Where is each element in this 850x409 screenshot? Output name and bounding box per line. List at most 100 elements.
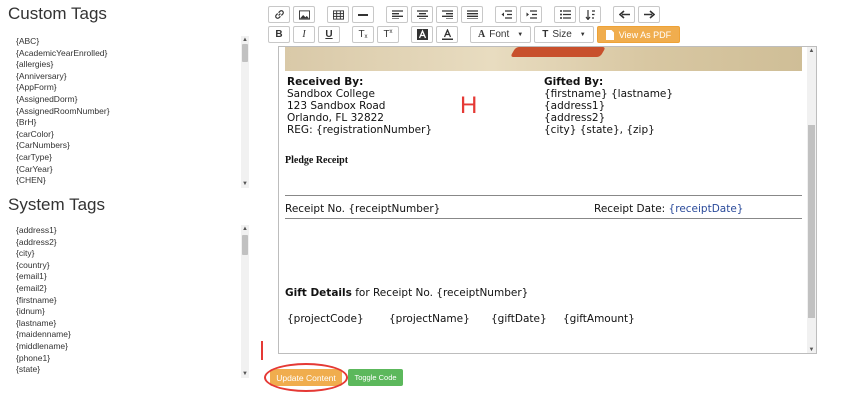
custom-tag-item[interactable]: {AppForm} (12, 82, 250, 94)
size-dropdown-label: Size (552, 29, 572, 40)
system-tags-scrollbar[interactable]: ▲ ▼ (241, 225, 249, 378)
editor-toolbar-row-2: B I U Tx Tx A Font ▼ T Size ▼ View As PD… (268, 26, 681, 43)
insert-link-button[interactable] (268, 6, 290, 23)
field-project-code: {projectCode} (287, 313, 364, 325)
superscript-mark: x (389, 29, 393, 35)
gifted-by-line: {city} {state}, {zip} (544, 124, 655, 136)
custom-tags-list[interactable]: {ABC} {AcademicYearEnrolled} {allergies} {A… (12, 36, 250, 188)
scroll-down-icon[interactable]: ▼ (807, 346, 816, 353)
outdent-icon (501, 10, 512, 19)
scroll-up-icon[interactable]: ▲ (241, 225, 249, 233)
custom-tag-item[interactable]: {CarNumbers} (12, 140, 250, 152)
italic-button[interactable]: I (293, 26, 315, 43)
background-color-icon (416, 29, 428, 40)
rich-text-editor[interactable]: Received By: Sandbox College 123 Sandbox … (278, 46, 817, 354)
size-dropdown[interactable]: T Size ▼ (534, 26, 594, 43)
redo-button[interactable] (638, 6, 660, 23)
minus-icon (358, 13, 368, 17)
arrow-left-icon (618, 10, 630, 19)
system-tag-item[interactable]: {city} (12, 248, 250, 260)
custom-tag-item[interactable]: {BrH} (12, 117, 250, 129)
align-left-button[interactable] (386, 6, 408, 23)
font-dropdown[interactable]: A Font ▼ (470, 26, 532, 43)
caret-down-icon: ▼ (579, 31, 586, 38)
insert-table-button[interactable] (327, 6, 349, 23)
custom-tag-item[interactable]: {AssignedRoomNumber} (12, 106, 250, 118)
text-color-icon (441, 29, 453, 40)
highlight-ring (264, 363, 348, 392)
scroll-down-icon[interactable]: ▼ (241, 180, 249, 188)
receipt-date-label: Receipt Date: (594, 203, 666, 215)
annotation-h-mark: H (460, 92, 478, 119)
custom-tag-item[interactable]: {CarYear} (12, 164, 250, 176)
custom-tag-item[interactable]: {allergies} (12, 59, 250, 71)
system-tag-item[interactable]: {middlename} (12, 341, 250, 353)
receipt-number: Receipt No. {receiptNumber} (285, 203, 441, 215)
system-tag-item[interactable]: {idnum} (12, 306, 250, 318)
sort-icon (585, 9, 596, 20)
system-tag-item[interactable]: {email1} (12, 271, 250, 283)
align-justify-button[interactable] (461, 6, 483, 23)
system-tag-item[interactable]: {maidenname} (12, 329, 250, 341)
custom-tag-item[interactable]: {Anniversary} (12, 71, 250, 83)
divider (285, 353, 802, 354)
custom-tag-item[interactable]: {carType} (12, 152, 250, 164)
custom-tag-item[interactable]: {AcademicYearEnrolled} (12, 48, 250, 60)
received-by-block: Received By: Sandbox College 123 Sandbox … (287, 76, 432, 136)
caret-down-icon: ▼ (517, 31, 524, 38)
insert-image-button[interactable] (293, 6, 315, 23)
align-right-button[interactable] (436, 6, 458, 23)
pledge-receipt-title: Pledge Receipt (285, 155, 349, 166)
toggle-code-button[interactable]: Toggle Code (348, 369, 403, 386)
system-tag-item[interactable]: {address2} (12, 237, 250, 249)
system-tag-item[interactable]: {email2} (12, 283, 250, 295)
superscript-button[interactable]: Tx (377, 26, 399, 43)
editor-toolbar-row-1 (268, 6, 660, 23)
outdent-button[interactable] (495, 6, 517, 23)
scroll-thumb[interactable] (808, 125, 815, 318)
text-color-button[interactable] (436, 26, 458, 43)
file-icon (605, 29, 614, 40)
scroll-thumb[interactable] (242, 235, 248, 255)
gifted-by-line: {address1} (544, 100, 606, 112)
scroll-up-icon[interactable]: ▲ (241, 36, 249, 44)
view-as-pdf-button[interactable]: View As PDF (596, 26, 681, 43)
background-color-button[interactable] (411, 26, 433, 43)
gift-details-rest: for Receipt No. {receiptNumber} (351, 287, 529, 299)
scroll-up-icon[interactable]: ▲ (807, 47, 816, 56)
indent-button[interactable] (520, 6, 542, 23)
system-tags-title: System Tags (8, 195, 106, 214)
system-tags-list[interactable]: {address1} {address2} {city} {country} {emai… (12, 225, 250, 378)
system-tag-item[interactable]: {lastname} (12, 318, 250, 330)
custom-tag-item[interactable]: {AssignedDorm} (12, 94, 250, 106)
list-icon (559, 10, 571, 19)
divider (285, 218, 802, 219)
undo-button[interactable] (613, 6, 635, 23)
field-project-name: {projectName} (389, 313, 470, 325)
font-dropdown-label: Font (489, 29, 510, 40)
system-tag-item[interactable]: {phone1} (12, 353, 250, 365)
sort-button[interactable] (579, 6, 601, 23)
gift-details-bold: Gift Details (285, 287, 352, 299)
scroll-down-icon[interactable]: ▼ (241, 370, 249, 378)
align-center-icon (416, 10, 428, 19)
system-tag-item[interactable]: {address1} (12, 225, 250, 237)
align-center-button[interactable] (411, 6, 433, 23)
custom-tags-scrollbar[interactable]: ▲ ▼ (241, 36, 249, 188)
custom-tag-item[interactable]: {ABC} (12, 36, 250, 48)
scroll-thumb[interactable] (242, 44, 248, 62)
custom-tag-item[interactable]: {CHEN} (12, 175, 250, 187)
bullet-list-button[interactable] (554, 6, 576, 23)
view-as-pdf-label: View As PDF (618, 29, 672, 40)
system-tag-item[interactable]: {country} (12, 260, 250, 272)
horizontal-rule-button[interactable] (352, 6, 374, 23)
underline-button[interactable]: U (318, 26, 340, 43)
custom-tag-item[interactable]: {carColor} (12, 129, 250, 141)
system-tag-item[interactable]: {state} (12, 364, 250, 376)
editor-scrollbar[interactable]: ▲ ▼ (807, 47, 816, 353)
received-by-line: Orlando, FL 32822 (287, 112, 384, 124)
bold-button[interactable]: B (268, 26, 290, 43)
table-icon (332, 9, 344, 20)
subscript-button[interactable]: Tx (352, 26, 374, 43)
system-tag-item[interactable]: {firstname} (12, 295, 250, 307)
